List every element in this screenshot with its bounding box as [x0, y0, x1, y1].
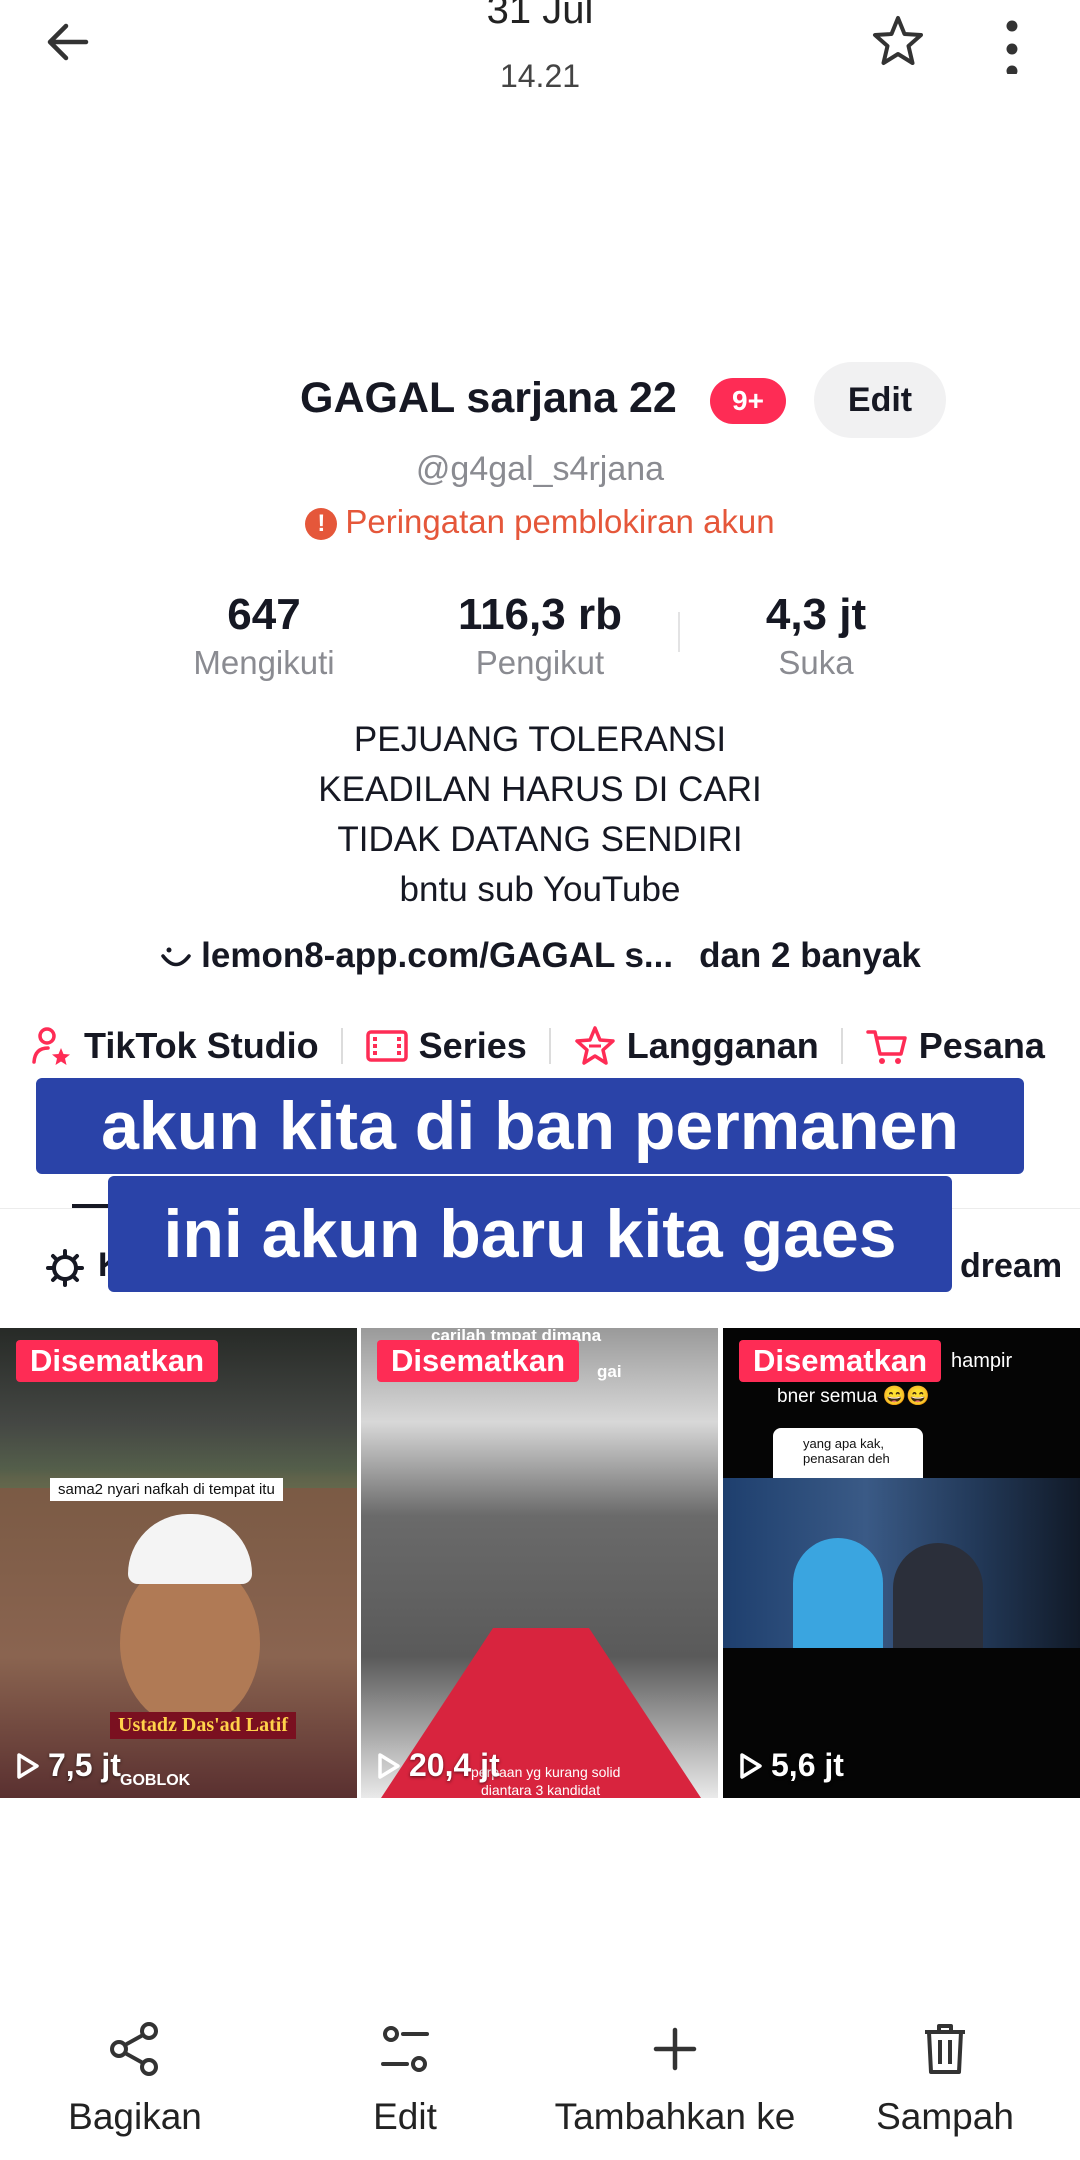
- view-count-text: 7,5 jt: [48, 1747, 121, 1783]
- divider: [840, 1028, 843, 1064]
- shortcut-label: Langganan: [626, 1025, 819, 1066]
- shortcuts-row: TikTok Studio Series Langganan Pesana: [30, 1020, 1045, 1072]
- link-icon: [161, 947, 191, 967]
- edit-label: Edit: [373, 2096, 437, 2137]
- stat-divider: [678, 612, 680, 652]
- link-text: lemon8-app.com/GAGAL s...: [201, 936, 674, 975]
- alert-icon: !: [305, 508, 338, 540]
- link-more: dan 2 banyak: [699, 936, 921, 975]
- more-vertical-icon[interactable]: [990, 10, 1034, 74]
- likes-stat[interactable]: 4,3 jt Suka: [686, 590, 946, 682]
- likes-label: Suka: [778, 644, 854, 681]
- add-to-button[interactable]: Tambahkan ke: [540, 2020, 810, 2138]
- overlay-caption: akun kita di ban permanen: [36, 1078, 1024, 1174]
- bio-line: bntu sub YouTube: [399, 870, 681, 909]
- play-icon: [740, 1752, 762, 1779]
- followers-label: Pengikut: [475, 644, 605, 681]
- shortcut-series[interactable]: Series: [365, 1025, 527, 1067]
- person-shape: [893, 1543, 983, 1648]
- trash-label: Sampah: [876, 2096, 1014, 2137]
- shortcut-langganan[interactable]: Langganan: [573, 1024, 819, 1068]
- cart-icon: [866, 1030, 907, 1064]
- plus-icon: [653, 2027, 697, 2071]
- video-tile[interactable]: hampir bner semua 😄😄 yang apa kak, penas…: [723, 1328, 1080, 1798]
- top-bar: 31 Jul 14.21: [0, 0, 1080, 120]
- film-icon: [365, 1030, 408, 1062]
- followers-count: 116,3 rb: [458, 590, 622, 639]
- profile-links[interactable]: lemon8-app.com/GAGAL s... dan 2 banyak: [0, 936, 1080, 976]
- pinned-label: Disematkan: [739, 1340, 942, 1382]
- play-icon: [378, 1752, 400, 1779]
- view-count-text: 5,6 jt: [771, 1747, 844, 1783]
- user-star-icon: [32, 1027, 70, 1065]
- thumb-text: hampir: [951, 1350, 1013, 1372]
- view-count: 5,6 jt: [739, 1747, 844, 1784]
- video-tile[interactable]: sama2 nyari nafkah di tempat itu Ustadz …: [0, 1328, 357, 1798]
- view-count-text: 20,4 jt: [409, 1747, 500, 1783]
- adjust-icon: [381, 2026, 429, 2072]
- overlay-caption: ini akun baru kita gaes: [108, 1176, 952, 1292]
- filter-chip-dream[interactable]: dream: [960, 1247, 1062, 1286]
- thumb-text: bner semua 😄😄: [777, 1386, 930, 1407]
- bio-line: KEADILAN HARUS DI CARI: [318, 770, 762, 809]
- add-to-label: Tambahkan ke: [554, 2096, 796, 2137]
- thumb-footer-text: GOBLOK: [120, 1772, 191, 1789]
- video-tile[interactable]: carilah tmpat dimana gai perpaan yg kura…: [361, 1328, 718, 1798]
- star-icon[interactable]: [866, 10, 930, 74]
- pinned-label: Disematkan: [377, 1340, 580, 1382]
- following-label: Mengikuti: [193, 644, 335, 681]
- notification-badge[interactable]: 9+: [710, 378, 786, 424]
- trash-button[interactable]: Sampah: [810, 2020, 1080, 2138]
- active-tab-indicator: [72, 1204, 108, 1208]
- thumb-text: gai: [597, 1362, 622, 1381]
- following-stat[interactable]: 647 Mengikuti: [134, 590, 394, 682]
- share-label: Bagikan: [68, 2096, 202, 2137]
- following-count: 647: [227, 590, 301, 639]
- trash-icon: [925, 2024, 965, 2074]
- shortcut-pesanan[interactable]: Pesana: [865, 1024, 1045, 1068]
- gear-icon[interactable]: [44, 1247, 86, 1294]
- likes-count: 4,3 jt: [765, 590, 867, 639]
- bio-line: TIDAK DATANG SENDIRI: [337, 820, 743, 859]
- play-icon: [17, 1752, 39, 1779]
- ban-warning-link[interactable]: ! Peringatan pemblokiran akun: [0, 503, 1080, 541]
- divider: [340, 1028, 343, 1064]
- pinned-label: Disematkan: [16, 1340, 219, 1382]
- thumb-text: sama2 nyari nafkah di tempat itu: [50, 1478, 283, 1501]
- thumb-name-text: Ustadz Das'ad Latif: [110, 1712, 297, 1739]
- profile-handle: @g4gal_s4rjana: [415, 450, 665, 488]
- divider: [548, 1028, 551, 1064]
- shortcut-label: TikTok Studio: [84, 1025, 319, 1066]
- star-badge-icon: [575, 1026, 615, 1065]
- bio-line: PEJUANG TOLERANSI: [353, 720, 727, 759]
- edit-button[interactable]: Edit: [270, 2020, 540, 2138]
- shortcut-label: Series: [418, 1025, 527, 1066]
- view-count: 7,5 jt: [16, 1747, 121, 1784]
- edit-profile-button[interactable]: Edit: [814, 362, 946, 438]
- profile-name: GAGAL sarjana 22: [300, 374, 677, 422]
- shortcut-label: Pesana: [918, 1025, 1045, 1066]
- shortcut-tiktok-studio[interactable]: TikTok Studio: [30, 1024, 319, 1068]
- comment-text: yang apa kak, penasaran deh: [803, 1436, 890, 1466]
- thumb-text: diantara 3 kandidat: [481, 1782, 601, 1798]
- view-count: 20,4 jt: [377, 1747, 500, 1784]
- person-shape: [793, 1538, 883, 1648]
- followers-stat[interactable]: 116,3 rb Pengikut: [410, 590, 670, 682]
- share-button[interactable]: Bagikan: [0, 2020, 270, 2138]
- share-icon: [110, 2022, 158, 2076]
- ban-warning-text: Peringatan pemblokiran akun: [345, 503, 775, 540]
